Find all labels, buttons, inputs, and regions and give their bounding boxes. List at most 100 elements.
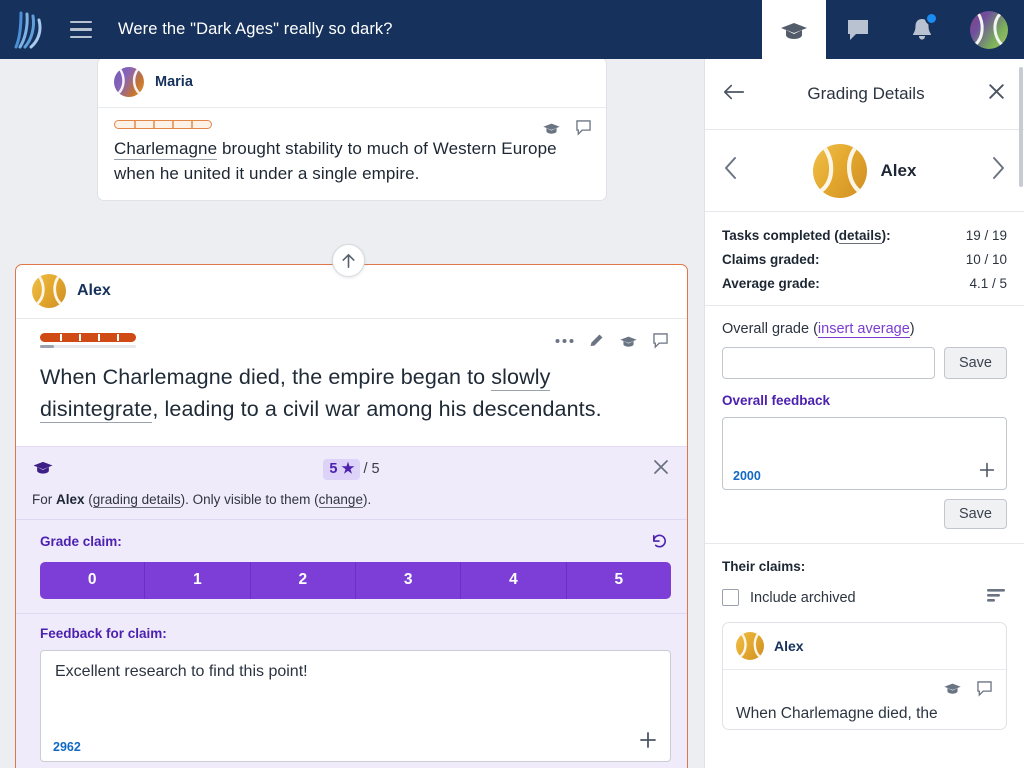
grade-option-4[interactable]: 4 bbox=[461, 562, 566, 599]
page-title: Were the "Dark Ages" really so dark? bbox=[118, 20, 393, 39]
comments-button[interactable] bbox=[826, 0, 890, 59]
pencil-icon[interactable] bbox=[588, 332, 605, 349]
grading-tab-button[interactable] bbox=[762, 0, 826, 59]
graduation-cap-icon bbox=[32, 458, 54, 481]
grade-option-0[interactable]: 0 bbox=[40, 562, 145, 599]
comment-bubble-icon bbox=[845, 17, 871, 43]
top-bar: Were the "Dark Ages" really so dark? bbox=[0, 0, 1024, 59]
claim-text: When Charlemagne died, the bbox=[736, 703, 993, 725]
graduation-cap-icon[interactable] bbox=[943, 680, 962, 697]
graduation-cap-icon bbox=[779, 18, 809, 42]
feedback-text: Excellent research to find this point! bbox=[55, 663, 656, 681]
note-mid: ). Only visible to them ( bbox=[181, 492, 319, 507]
comment-bubble-icon[interactable] bbox=[652, 332, 669, 349]
grade-scale[interactable]: 0 1 2 3 4 5 bbox=[40, 562, 671, 599]
plus-icon bbox=[636, 728, 660, 752]
grading-details-link[interactable]: grading details bbox=[93, 492, 181, 508]
save-overall-grade-button[interactable]: Save bbox=[944, 347, 1007, 379]
stat-label: Tasks completed (details): bbox=[722, 228, 891, 243]
overall-feedback-input[interactable]: 2000 bbox=[722, 417, 1007, 490]
claim-text-part1: When Charlemagne died, the empire began … bbox=[40, 365, 491, 389]
grade-option-2[interactable]: 2 bbox=[251, 562, 356, 599]
next-student-button[interactable] bbox=[988, 155, 1008, 186]
app-logo[interactable] bbox=[0, 10, 58, 50]
include-archived-checkbox[interactable] bbox=[722, 589, 739, 606]
claim-toolbar bbox=[736, 680, 993, 697]
close-icon bbox=[651, 457, 671, 477]
notifications-button[interactable] bbox=[890, 0, 954, 59]
claim-toolbar bbox=[555, 332, 669, 349]
score-badge: 5 ★ bbox=[323, 459, 360, 480]
user-avatar-button[interactable] bbox=[954, 0, 1024, 59]
panel-close-button[interactable] bbox=[986, 81, 1007, 107]
claim-toolbar bbox=[542, 119, 592, 136]
grade-claim-label: Grade claim: bbox=[40, 534, 671, 549]
panel-scrollbar[interactable] bbox=[1019, 67, 1023, 187]
previous-student-button[interactable] bbox=[721, 155, 741, 186]
grade-claim-section: Grade claim: 0 1 2 3 4 5 bbox=[16, 520, 687, 613]
their-claims-title: Their claims: bbox=[722, 559, 1007, 574]
note-student-name: Alex bbox=[56, 492, 85, 507]
close-icon bbox=[986, 81, 1007, 102]
close-grading-button[interactable] bbox=[651, 457, 671, 482]
grade-option-1[interactable]: 1 bbox=[145, 562, 250, 599]
add-overall-feedback-button[interactable] bbox=[976, 459, 998, 486]
top-bar-actions bbox=[762, 0, 1024, 59]
grade-option-5[interactable]: 5 bbox=[567, 562, 671, 599]
stat-row: Average grade: 4.1 / 5 bbox=[722, 276, 1007, 291]
save-overall-feedback-button[interactable]: Save bbox=[944, 499, 1007, 529]
feedback-input[interactable]: Excellent research to find this point! 2… bbox=[40, 650, 671, 762]
stat-row: Tasks completed (details): 19 / 19 bbox=[722, 228, 1007, 243]
stat-label-suffix: ): bbox=[882, 228, 891, 243]
claim-author-name: Maria bbox=[155, 74, 193, 90]
claim-body: Charlemagne brought stability to much of… bbox=[98, 108, 606, 200]
rating-track bbox=[40, 333, 136, 342]
hamburger-bar bbox=[70, 36, 92, 39]
comment-bubble-icon[interactable] bbox=[575, 119, 592, 136]
claim-rating-bar[interactable] bbox=[114, 120, 212, 129]
avatar-swoosh bbox=[970, 11, 1008, 49]
grading-score: 5 ★/ 5 bbox=[16, 461, 687, 477]
avatar-swoosh bbox=[32, 274, 66, 308]
chevron-left-icon bbox=[721, 155, 741, 181]
tasks-details-link[interactable]: details bbox=[839, 228, 882, 244]
claim-text-highlight: Charlemagne bbox=[114, 139, 217, 160]
claim-author-header: Maria bbox=[98, 59, 606, 108]
rating-underline bbox=[40, 345, 136, 348]
sort-claims-button[interactable] bbox=[985, 586, 1007, 609]
chevron-right-icon bbox=[988, 155, 1008, 181]
note-open: ( bbox=[85, 492, 93, 507]
add-feedback-button[interactable] bbox=[636, 728, 660, 757]
previous-claim-card: Maria Charlemagne brought stability to m… bbox=[97, 59, 607, 201]
claim-rating-bar[interactable] bbox=[40, 333, 136, 348]
avatar bbox=[114, 67, 144, 97]
comment-bubble-icon[interactable] bbox=[976, 680, 993, 697]
avatar bbox=[813, 144, 867, 198]
their-claim-card: Alex When Charlemagne died, the bbox=[722, 622, 1007, 730]
ellipsis-icon[interactable] bbox=[555, 338, 574, 344]
insert-average-link[interactable]: insert average bbox=[818, 321, 910, 338]
claim-feedback-section: Feedback for claim: Excellent research t… bbox=[16, 613, 687, 768]
stat-label-prefix: Tasks completed ( bbox=[722, 228, 839, 243]
overall-grade-input[interactable] bbox=[722, 347, 935, 379]
stat-label: Average grade: bbox=[722, 276, 820, 291]
change-visibility-link[interactable]: change bbox=[319, 492, 363, 508]
graduation-cap-icon[interactable] bbox=[619, 333, 638, 349]
claim-text: When Charlemagne died, the empire began … bbox=[40, 362, 663, 426]
sort-icon bbox=[985, 586, 1007, 604]
reset-grade-button[interactable] bbox=[650, 532, 669, 556]
student-stats: Tasks completed (details): 19 / 19 Claim… bbox=[705, 212, 1024, 306]
graduation-cap-icon[interactable] bbox=[542, 120, 561, 136]
include-archived-row: Include archived bbox=[722, 586, 1007, 609]
hamburger-menu-icon[interactable] bbox=[58, 0, 104, 59]
scroll-up-button[interactable] bbox=[332, 244, 365, 277]
overall-feedback-char-count: 2000 bbox=[733, 469, 761, 483]
include-archived-label: Include archived bbox=[750, 590, 856, 606]
avatar bbox=[970, 11, 1008, 49]
claim-author-name: Alex bbox=[774, 638, 804, 654]
star-icon: ★ bbox=[341, 461, 354, 477]
panel-back-button[interactable] bbox=[722, 82, 746, 107]
grade-option-3[interactable]: 3 bbox=[356, 562, 461, 599]
note-prefix: For bbox=[32, 492, 56, 507]
avatar-swoosh bbox=[813, 144, 867, 198]
